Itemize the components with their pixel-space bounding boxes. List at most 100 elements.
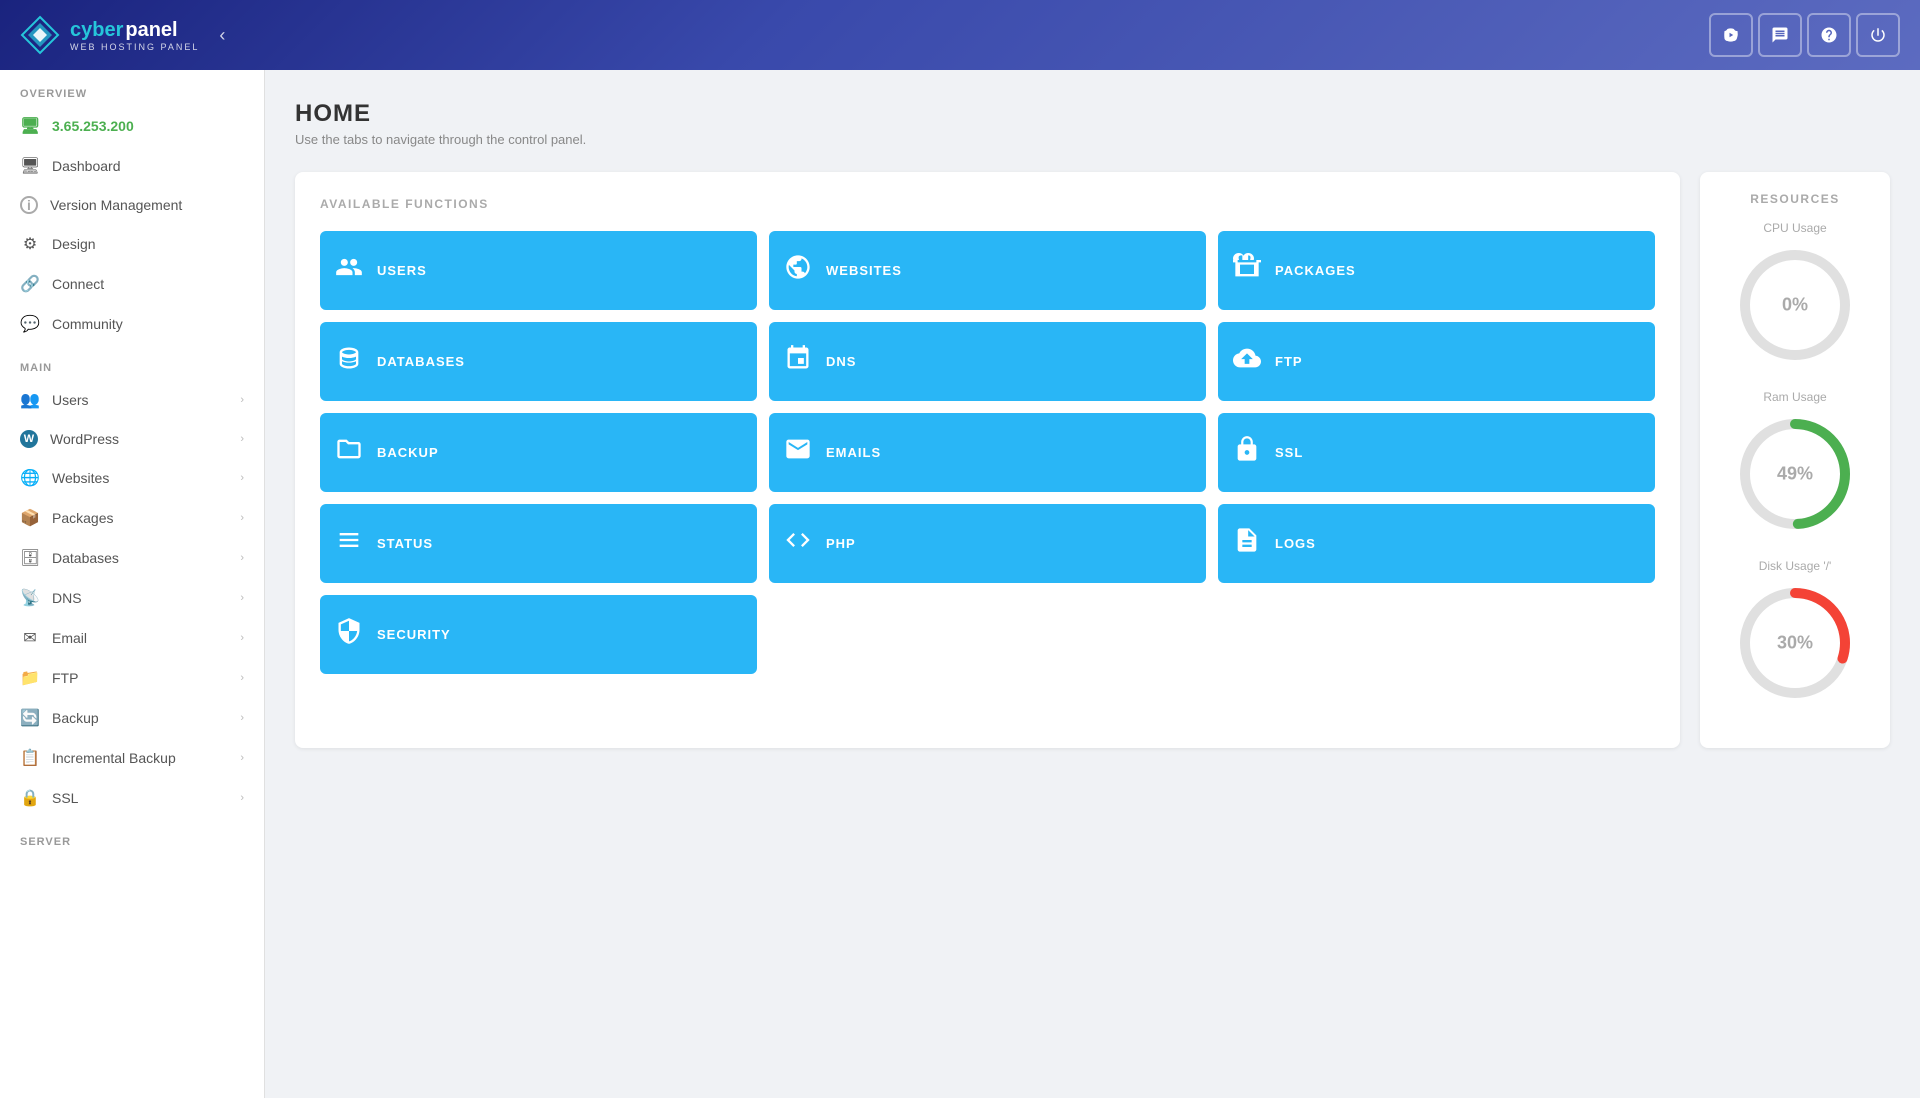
sidebar-item-packages[interactable]: 📦 Packages › xyxy=(0,498,264,538)
disk-usage-item: Disk Usage '/' 30% xyxy=(1715,559,1875,703)
wordpress-icon: W xyxy=(20,430,38,448)
sidebar-item-email[interactable]: ✉ Email › xyxy=(0,618,264,658)
header-actions xyxy=(1709,13,1900,57)
func-logs[interactable]: LOGS xyxy=(1218,504,1655,583)
sidebar-item-design[interactable]: ⚙ Design xyxy=(0,224,264,264)
backup-func-icon xyxy=(335,435,363,470)
dns-func-icon xyxy=(784,344,812,379)
sidebar-item-users[interactable]: 👥 Users › xyxy=(0,380,264,420)
func-php[interactable]: PHP xyxy=(769,504,1206,583)
page-title: HOME xyxy=(295,100,1890,128)
overview-section-label: OVERVIEW xyxy=(0,70,264,106)
cpu-donut: 0% xyxy=(1735,245,1855,365)
sidebar-item-dashboard[interactable]: 🖥 Dashboard xyxy=(0,146,264,186)
cpu-usage-label: CPU Usage xyxy=(1715,221,1875,235)
chevron-right-icon: › xyxy=(240,394,244,406)
func-ssl[interactable]: SSL xyxy=(1218,413,1655,492)
logo: cyber panel WEB HOSTING PANEL xyxy=(20,15,199,55)
power-button[interactable] xyxy=(1856,13,1900,57)
func-dns[interactable]: DNS xyxy=(769,322,1206,401)
sidebar-item-backup[interactable]: 🔄 Backup › xyxy=(0,698,264,738)
support-icon xyxy=(1820,26,1838,44)
info-icon: i xyxy=(20,196,38,214)
connect-icon: 🔗 xyxy=(20,274,40,294)
ram-usage-item: Ram Usage 49% xyxy=(1715,390,1875,534)
logo-icon xyxy=(20,15,60,55)
chevron-right-icon: › xyxy=(240,472,244,484)
chevron-right-icon: › xyxy=(240,632,244,644)
server-section-label: SERVER xyxy=(0,818,264,854)
chevron-right-icon: › xyxy=(240,592,244,604)
sidebar-item-wordpress[interactable]: W WordPress › xyxy=(0,420,264,458)
users-func-icon xyxy=(335,253,363,288)
ssl-icon: 🔒 xyxy=(20,788,40,808)
chevron-right-icon: › xyxy=(240,752,244,764)
email-icon: ✉ xyxy=(20,628,40,648)
emails-func-label: EMAILS xyxy=(826,445,881,460)
sidebar-item-version-management[interactable]: i Version Management xyxy=(0,186,264,224)
chat-icon xyxy=(1771,26,1789,44)
sidebar-item-connect[interactable]: 🔗 Connect xyxy=(0,264,264,304)
resources-panel: RESOURCES CPU Usage 0% Ram Usage xyxy=(1700,172,1890,748)
sidebar-item-community[interactable]: 💬 Community xyxy=(0,304,264,344)
func-databases[interactable]: DATABASES xyxy=(320,322,757,401)
chevron-right-icon: › xyxy=(240,552,244,564)
sidebar-item-databases[interactable]: 🗄 Databases › xyxy=(0,538,264,578)
func-users[interactable]: USERS xyxy=(320,231,757,310)
chevron-right-icon: › xyxy=(240,433,244,445)
packages-func-icon xyxy=(1233,253,1261,288)
users-func-label: USERS xyxy=(377,263,427,278)
func-packages[interactable]: PACKAGES xyxy=(1218,231,1655,310)
databases-func-icon xyxy=(335,344,363,379)
status-func-label: STATUS xyxy=(377,536,433,551)
sidebar-item-ip[interactable]: 🖥 3.65.253.200 xyxy=(0,106,264,146)
packages-icon: 📦 xyxy=(20,508,40,528)
design-icon: ⚙ xyxy=(20,234,40,254)
ftp-icon: 📁 xyxy=(20,668,40,688)
security-func-icon xyxy=(335,617,363,652)
sidebar-item-label: Websites xyxy=(52,470,228,486)
func-emails[interactable]: EMAILS xyxy=(769,413,1206,492)
support-button[interactable] xyxy=(1807,13,1851,57)
functions-title: AVAILABLE FUNCTIONS xyxy=(320,197,1655,211)
func-ftp[interactable]: FTP xyxy=(1218,322,1655,401)
sidebar-item-label: Packages xyxy=(52,510,228,526)
dns-icon: 📡 xyxy=(20,588,40,608)
main-content: HOME Use the tabs to navigate through th… xyxy=(265,70,1920,1098)
ssl-func-icon xyxy=(1233,435,1261,470)
sidebar: OVERVIEW 🖥 3.65.253.200 🖥 Dashboard i Ve… xyxy=(0,70,265,1098)
sidebar-item-label: Databases xyxy=(52,550,228,566)
func-backup[interactable]: BACKUP xyxy=(320,413,757,492)
incremental-backup-icon: 📋 xyxy=(20,748,40,768)
functions-grid: USERS WEBSITES PACKAGES xyxy=(320,231,1655,674)
sidebar-item-label: Community xyxy=(52,316,244,332)
sidebar-item-dns[interactable]: 📡 DNS › xyxy=(0,578,264,618)
sidebar-item-label: Incremental Backup xyxy=(52,750,228,766)
backup-icon: 🔄 xyxy=(20,708,40,728)
sidebar-item-incremental-backup[interactable]: 📋 Incremental Backup › xyxy=(0,738,264,778)
func-security[interactable]: SECURITY xyxy=(320,595,757,674)
sidebar-toggle[interactable]: ‹ xyxy=(219,25,225,46)
sidebar-item-ftp[interactable]: 📁 FTP › xyxy=(0,658,264,698)
youtube-icon xyxy=(1722,26,1740,44)
func-websites[interactable]: WEBSITES xyxy=(769,231,1206,310)
main-section-label: MAIN xyxy=(0,344,264,380)
func-status[interactable]: STATUS xyxy=(320,504,757,583)
cpu-usage-value: 0% xyxy=(1782,295,1808,316)
ram-donut: 49% xyxy=(1735,414,1855,534)
dns-func-label: DNS xyxy=(826,354,856,369)
layout: OVERVIEW 🖥 3.65.253.200 🖥 Dashboard i Ve… xyxy=(0,70,1920,1098)
sidebar-item-ssl[interactable]: 🔒 SSL › xyxy=(0,778,264,818)
ftp-func-label: FTP xyxy=(1275,354,1303,369)
sidebar-item-label: Dashboard xyxy=(52,158,244,174)
sidebar-item-websites[interactable]: 🌐 Websites › xyxy=(0,458,264,498)
logo-text: cyber panel WEB HOSTING PANEL xyxy=(70,19,199,52)
youtube-button[interactable] xyxy=(1709,13,1753,57)
chat-button[interactable] xyxy=(1758,13,1802,57)
power-icon xyxy=(1869,26,1887,44)
sidebar-item-label: Design xyxy=(52,236,244,252)
chevron-right-icon: › xyxy=(240,712,244,724)
sidebar-item-label: Backup xyxy=(52,710,228,726)
chevron-right-icon: › xyxy=(240,512,244,524)
monitor-icon: 🖥 xyxy=(20,116,40,136)
